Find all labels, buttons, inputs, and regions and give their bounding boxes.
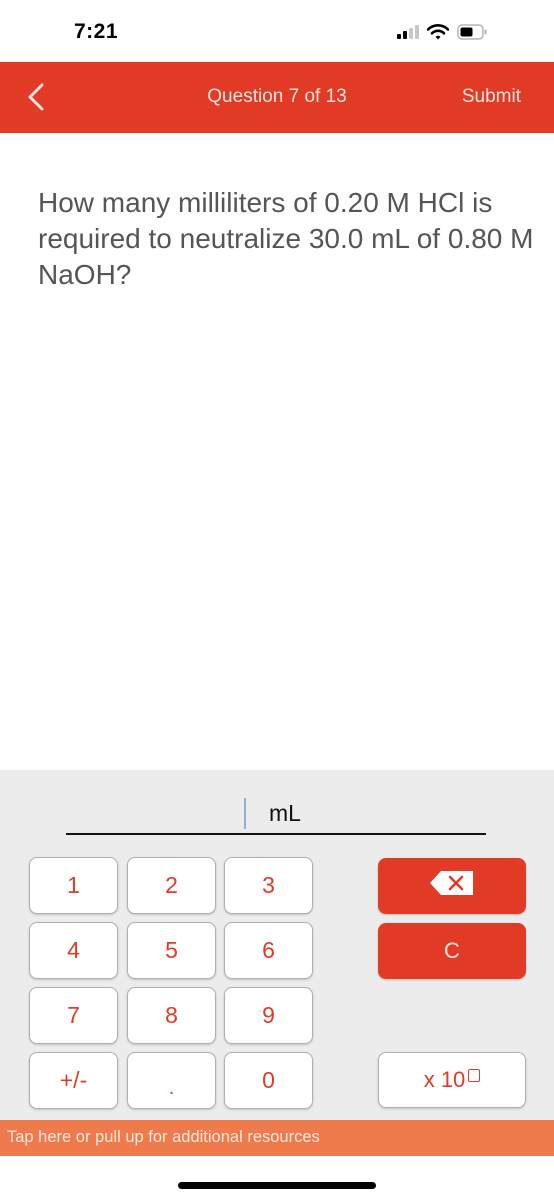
- wifi-icon: [426, 23, 450, 45]
- key-7[interactable]: 7: [29, 987, 118, 1044]
- key-2[interactable]: 2: [127, 857, 216, 914]
- additional-resources-bar[interactable]: Tap here or pull up for additional resou…: [0, 1120, 554, 1156]
- battery-icon: [457, 23, 487, 45]
- header-bar: Question 7 of 13 Submit: [0, 62, 554, 133]
- key-9[interactable]: 9: [224, 987, 313, 1044]
- key-label: 8: [165, 1002, 178, 1028]
- key-3[interactable]: 3: [224, 857, 313, 914]
- submit-button[interactable]: Submit: [462, 86, 521, 108]
- clear-label: C: [444, 938, 460, 963]
- key-label: 5: [165, 937, 178, 963]
- status-time: 7:21: [74, 20, 119, 43]
- status-icons: [397, 22, 487, 46]
- text-caret: [244, 798, 246, 829]
- exponent-box-icon: [468, 1068, 481, 1082]
- key-0[interactable]: 0: [224, 1052, 313, 1109]
- key-6[interactable]: 6: [224, 922, 313, 979]
- key-label: 4: [67, 937, 80, 963]
- key-label: 9: [262, 1002, 275, 1028]
- clear-button[interactable]: C: [378, 923, 526, 979]
- cellular-signal-icon: [397, 24, 419, 44]
- key-4[interactable]: 4: [29, 922, 118, 979]
- key-decimal[interactable]: .: [127, 1052, 216, 1109]
- key-5[interactable]: 5: [127, 922, 216, 979]
- key-plus-minus[interactable]: +/-: [29, 1052, 118, 1109]
- answer-panel: mL 1 2 3 4 5 6 7 8 9 +/- . 0 C x 10: [0, 770, 554, 1120]
- key-label: 7: [67, 1002, 80, 1028]
- backspace-icon: [429, 870, 475, 902]
- key-label: 1: [67, 872, 80, 898]
- answer-input[interactable]: mL: [66, 790, 486, 835]
- key-label: 0: [262, 1067, 275, 1093]
- unit-label: mL: [269, 800, 301, 826]
- scientific-notation-button[interactable]: x 10: [378, 1052, 526, 1108]
- resources-text: Tap here or pull up for additional resou…: [7, 1128, 320, 1146]
- key-label: .: [168, 1077, 175, 1099]
- key-label: +/-: [59, 1067, 88, 1093]
- key-1[interactable]: 1: [29, 857, 118, 914]
- home-indicator[interactable]: [178, 1182, 376, 1189]
- key-8[interactable]: 8: [127, 987, 216, 1044]
- key-label: 2: [165, 872, 178, 898]
- key-label: 6: [262, 937, 275, 963]
- sci-label: x 10: [423, 1067, 466, 1092]
- status-bar: 7:21: [0, 0, 554, 62]
- key-label: 3: [262, 872, 275, 898]
- backspace-button[interactable]: [378, 858, 526, 914]
- question-text: How many milliliters of 0.20 M HCl is re…: [38, 187, 534, 290]
